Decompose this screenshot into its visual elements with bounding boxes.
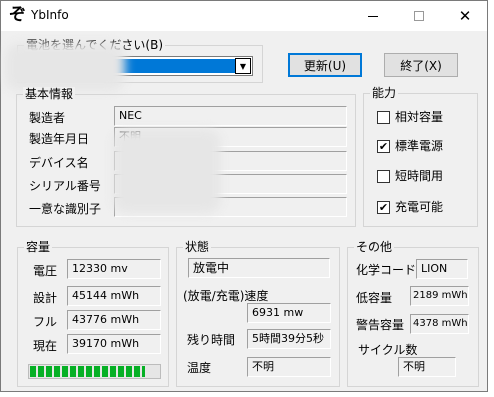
chemistry-code-field: LION: [416, 259, 468, 279]
close-icon: ✕: [458, 6, 472, 25]
manufacturer-field: NEC: [114, 106, 347, 126]
progress-segment: [118, 366, 124, 377]
serial-number-label: シリアル番号: [29, 179, 101, 193]
unique-id-label: 一意な識別子: [29, 202, 102, 216]
current-capacity-field: 39170 mWh: [67, 334, 161, 354]
remaining-time-label: 残り時間: [187, 333, 236, 347]
status-title: 状態: [183, 240, 212, 254]
exit-button[interactable]: 終了(X): [384, 53, 458, 77]
redacted-area: [5, 43, 125, 91]
progress-segment: [142, 366, 145, 377]
update-button[interactable]: 更新(U): [288, 53, 362, 77]
minimize-icon: [368, 15, 378, 17]
progress-segment: [102, 366, 108, 377]
progress-segment: [126, 366, 132, 377]
maximize-button[interactable]: [396, 1, 442, 31]
progress-segment: [62, 366, 68, 377]
rate-field: 6931 mw: [247, 303, 331, 323]
close-button[interactable]: ✕: [442, 1, 488, 31]
maximize-icon: [414, 11, 424, 21]
device-name-label: デバイス名: [29, 156, 89, 170]
rate-label: (放電/充電)速度: [183, 289, 269, 303]
capacity-title: 容量: [24, 240, 53, 254]
low-capacity-field: 2189 mWh: [410, 286, 469, 306]
voltage-field: 12330 mv: [67, 259, 161, 279]
rechargeable-label: 充電可能: [395, 200, 444, 214]
rechargeable-checkbox[interactable]: ✔: [377, 201, 390, 214]
full-capacity-label: フル: [33, 315, 58, 329]
other-title: その他: [354, 240, 395, 254]
progress-segment: [46, 366, 52, 377]
design-capacity-field: 45144 mWh: [67, 286, 161, 306]
cycle-count-field: 不明: [398, 357, 456, 377]
warning-capacity-label: 警告容量: [356, 318, 405, 332]
design-capacity-label: 設計: [33, 291, 58, 305]
progress-segment: [70, 366, 76, 377]
app-logo-icon: ぞ: [9, 5, 26, 25]
standard-power-checkbox[interactable]: ✔: [377, 140, 390, 153]
short-term-checkbox[interactable]: [377, 170, 390, 183]
temperature-label: 温度: [187, 361, 212, 375]
progress-segment: [78, 366, 84, 377]
standard-power-label: 標準電源: [395, 139, 444, 153]
progress-segment: [134, 366, 140, 377]
progress-segment: [86, 366, 92, 377]
progress-segment: [110, 366, 116, 377]
current-capacity-label: 現在: [33, 339, 58, 353]
progress-segment: [54, 366, 60, 377]
redacted-area: [113, 129, 221, 213]
low-capacity-label: 低容量: [356, 291, 393, 305]
temperature-field: 不明: [247, 357, 331, 377]
cycle-count-label: サイクル数: [358, 343, 418, 357]
charge-progress-fill: [30, 366, 145, 377]
progress-segment: [30, 366, 36, 377]
remaining-time-field: 5時間39分5秒: [247, 329, 331, 349]
manufacturer-label: 製造者: [29, 111, 66, 125]
minimize-button[interactable]: [350, 1, 396, 31]
title-bar[interactable]: ぞ YbInfo ✕: [1, 1, 487, 31]
voltage-label: 電圧: [33, 264, 58, 278]
chemistry-code-label: 化学コード: [356, 263, 417, 277]
warning-capacity-field: 4378 mWh: [410, 314, 469, 334]
progress-segment: [38, 366, 44, 377]
short-term-label: 短時間用: [395, 169, 444, 183]
relative-capacity-checkbox[interactable]: [377, 111, 390, 124]
window-title: YbInfo: [31, 8, 69, 22]
progress-segment: [94, 366, 100, 377]
manufacture-date-label: 製造年月日: [29, 132, 90, 146]
charge-progress-bar: [28, 364, 161, 379]
basic-info-title: 基本情報: [23, 87, 76, 101]
app-window: ぞ YbInfo ✕ 電池を選んでください(B) ▼ 更新(U) 終了(X) 基…: [0, 0, 488, 392]
relative-capacity-label: 相対容量: [395, 110, 444, 124]
chevron-down-icon[interactable]: ▼: [235, 58, 251, 74]
capability-title: 能力: [370, 86, 399, 100]
state-field: 放電中: [188, 258, 330, 278]
full-capacity-field: 43776 mWh: [67, 310, 161, 330]
